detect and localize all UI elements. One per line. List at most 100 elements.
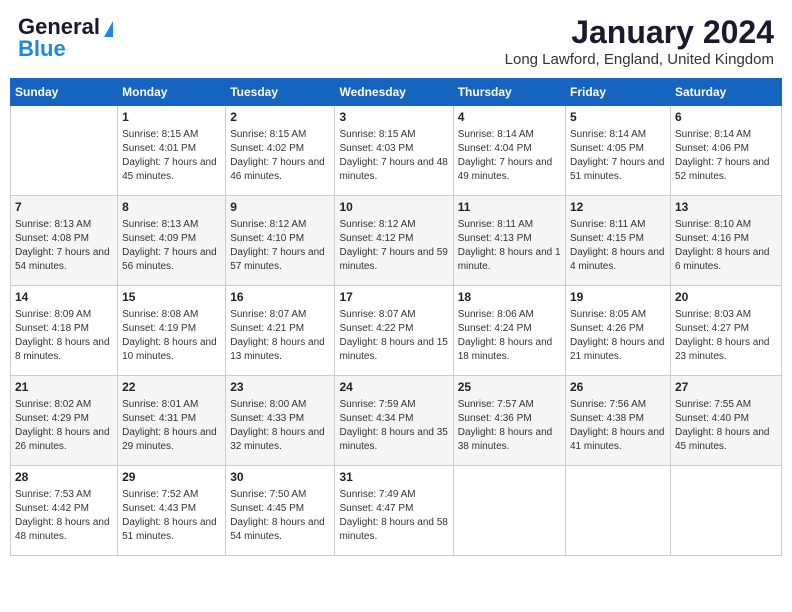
logo-blue-text: Blue: [18, 36, 66, 62]
calendar-cell: 3 Sunrise: 8:15 AMSunset: 4:03 PMDaylight…: [335, 106, 453, 196]
calendar-cell: 8 Sunrise: 8:13 AMSunset: 4:09 PMDaylight…: [118, 196, 226, 286]
cell-info: Sunrise: 8:08 AMSunset: 4:19 PMDaylight:…: [122, 308, 221, 364]
day-number: 31: [339, 469, 448, 486]
cell-info: Sunrise: 7:52 AMSunset: 4:43 PMDaylight:…: [122, 488, 221, 544]
title-block: January 2024 Long Lawford, England, Unit…: [505, 14, 774, 68]
day-number: 11: [458, 199, 561, 216]
calendar-cell: 13Sunrise: 8:10 AMSunset: 4:16 PMDayligh…: [670, 196, 781, 286]
calendar-cell: 15 Sunrise: 8:08 AMSunset: 4:19 PMDayligh…: [118, 286, 226, 376]
day-number: 22: [122, 379, 221, 396]
week-row-4: 21 Sunrise: 8:02 AMSunset: 4:29 PMDayligh…: [11, 376, 782, 466]
col-header-thursday: Thursday: [453, 79, 565, 106]
calendar-cell: 12 Sunrise: 8:11 AMSunset: 4:15 PMDayligh…: [565, 196, 670, 286]
day-number: 30: [230, 469, 330, 486]
calendar-cell: 22 Sunrise: 8:01 AMSunset: 4:31 PMDayligh…: [118, 376, 226, 466]
cell-info: Sunrise: 7:49 AMSunset: 4:47 PMDaylight:…: [339, 488, 448, 544]
day-number: 12: [570, 199, 666, 216]
calendar-cell: 20Sunrise: 8:03 AMSunset: 4:27 PMDayligh…: [670, 286, 781, 376]
cell-info: Sunrise: 8:05 AMSunset: 4:26 PMDaylight:…: [570, 308, 666, 364]
calendar-cell: 28Sunrise: 7:53 AMSunset: 4:42 PMDayligh…: [11, 466, 118, 556]
day-number: 8: [122, 199, 221, 216]
day-number: 29: [122, 469, 221, 486]
cell-info: Sunrise: 7:50 AMSunset: 4:45 PMDaylight:…: [230, 488, 330, 544]
cell-info: Sunrise: 8:10 AMSunset: 4:16 PMDaylight:…: [675, 218, 777, 274]
calendar-cell: 29 Sunrise: 7:52 AMSunset: 4:43 PMDayligh…: [118, 466, 226, 556]
day-number: 26: [570, 379, 666, 396]
cell-info: Sunrise: 7:57 AMSunset: 4:36 PMDaylight:…: [458, 398, 561, 454]
cell-info: Sunrise: 8:12 AMSunset: 4:10 PMDaylight:…: [230, 218, 330, 274]
day-number: 7: [15, 199, 113, 216]
day-number: 6: [675, 109, 777, 126]
calendar-cell: 16 Sunrise: 8:07 AMSunset: 4:21 PMDayligh…: [226, 286, 335, 376]
col-header-sunday: Sunday: [11, 79, 118, 106]
page-header: General Blue January 2024 Long Lawford, …: [10, 10, 782, 72]
day-number: 16: [230, 289, 330, 306]
calendar-cell: 25 Sunrise: 7:57 AMSunset: 4:36 PMDayligh…: [453, 376, 565, 466]
col-header-monday: Monday: [118, 79, 226, 106]
cell-info: Sunrise: 8:15 AMSunset: 4:01 PMDaylight:…: [122, 128, 221, 184]
calendar-cell: 27 Sunrise: 7:55 AMSunset: 4:40 PMDayligh…: [670, 376, 781, 466]
cell-info: Sunrise: 8:14 AMSunset: 4:06 PMDaylight:…: [675, 128, 777, 184]
cell-info: Sunrise: 8:14 AMSunset: 4:05 PMDaylight:…: [570, 128, 666, 184]
calendar-cell: 9 Sunrise: 8:12 AMSunset: 4:10 PMDaylight…: [226, 196, 335, 286]
day-number: 20: [675, 289, 777, 306]
day-number: 21: [15, 379, 113, 396]
month-title: January 2024: [505, 14, 774, 51]
calendar-cell: 2 Sunrise: 8:15 AMSunset: 4:02 PMDaylight…: [226, 106, 335, 196]
cell-info: Sunrise: 8:15 AMSunset: 4:03 PMDaylight:…: [339, 128, 448, 184]
day-number: 3: [339, 109, 448, 126]
day-number: 27: [675, 379, 777, 396]
week-row-3: 14Sunrise: 8:09 AMSunset: 4:18 PMDayligh…: [11, 286, 782, 376]
cell-info: Sunrise: 7:59 AMSunset: 4:34 PMDaylight:…: [339, 398, 448, 454]
day-number: 4: [458, 109, 561, 126]
calendar-cell: 7 Sunrise: 8:13 AMSunset: 4:08 PMDaylight…: [11, 196, 118, 286]
cell-info: Sunrise: 8:00 AMSunset: 4:33 PMDaylight:…: [230, 398, 330, 454]
calendar-cell: 31 Sunrise: 7:49 AMSunset: 4:47 PMDayligh…: [335, 466, 453, 556]
week-row-1: 1 Sunrise: 8:15 AMSunset: 4:01 PMDaylight…: [11, 106, 782, 196]
calendar-cell: 4Sunrise: 8:14 AMSunset: 4:04 PMDaylight…: [453, 106, 565, 196]
calendar-header-row: SundayMondayTuesdayWednesdayThursdayFrid…: [11, 79, 782, 106]
calendar-cell: 30 Sunrise: 7:50 AMSunset: 4:45 PMDayligh…: [226, 466, 335, 556]
cell-info: Sunrise: 8:07 AMSunset: 4:21 PMDaylight:…: [230, 308, 330, 364]
cell-info: Sunrise: 8:12 AMSunset: 4:12 PMDaylight:…: [339, 218, 448, 274]
logo-triangle-icon: [104, 21, 113, 37]
day-number: 5: [570, 109, 666, 126]
cell-info: Sunrise: 8:11 AMSunset: 4:13 PMDaylight:…: [458, 218, 561, 274]
col-header-friday: Friday: [565, 79, 670, 106]
cell-info: Sunrise: 8:07 AMSunset: 4:22 PMDaylight:…: [339, 308, 448, 364]
logo: General Blue: [18, 14, 113, 62]
calendar-cell: 26 Sunrise: 7:56 AMSunset: 4:38 PMDayligh…: [565, 376, 670, 466]
cell-info: Sunrise: 8:15 AMSunset: 4:02 PMDaylight:…: [230, 128, 330, 184]
day-number: 28: [15, 469, 113, 486]
day-number: 17: [339, 289, 448, 306]
day-number: 9: [230, 199, 330, 216]
calendar-cell: [565, 466, 670, 556]
cell-info: Sunrise: 8:02 AMSunset: 4:29 PMDaylight:…: [15, 398, 113, 454]
calendar-cell: 23 Sunrise: 8:00 AMSunset: 4:33 PMDayligh…: [226, 376, 335, 466]
cell-info: Sunrise: 8:13 AMSunset: 4:09 PMDaylight:…: [122, 218, 221, 274]
calendar-cell: 17 Sunrise: 8:07 AMSunset: 4:22 PMDayligh…: [335, 286, 453, 376]
day-number: 18: [458, 289, 561, 306]
calendar-cell: 19 Sunrise: 8:05 AMSunset: 4:26 PMDayligh…: [565, 286, 670, 376]
location-text: Long Lawford, England, United Kingdom: [505, 51, 774, 68]
col-header-wednesday: Wednesday: [335, 79, 453, 106]
cell-info: Sunrise: 8:11 AMSunset: 4:15 PMDaylight:…: [570, 218, 666, 274]
calendar-cell: 18Sunrise: 8:06 AMSunset: 4:24 PMDayligh…: [453, 286, 565, 376]
day-number: 10: [339, 199, 448, 216]
cell-info: Sunrise: 7:56 AMSunset: 4:38 PMDaylight:…: [570, 398, 666, 454]
calendar-cell: 10 Sunrise: 8:12 AMSunset: 4:12 PMDayligh…: [335, 196, 453, 286]
calendar-cell: [453, 466, 565, 556]
cell-info: Sunrise: 7:55 AMSunset: 4:40 PMDaylight:…: [675, 398, 777, 454]
week-row-5: 28Sunrise: 7:53 AMSunset: 4:42 PMDayligh…: [11, 466, 782, 556]
day-number: 19: [570, 289, 666, 306]
day-number: 2: [230, 109, 330, 126]
day-number: 23: [230, 379, 330, 396]
day-number: 25: [458, 379, 561, 396]
col-header-tuesday: Tuesday: [226, 79, 335, 106]
calendar-cell: 11 Sunrise: 8:11 AMSunset: 4:13 PMDayligh…: [453, 196, 565, 286]
day-number: 15: [122, 289, 221, 306]
cell-info: Sunrise: 8:13 AMSunset: 4:08 PMDaylight:…: [15, 218, 113, 274]
day-number: 1: [122, 109, 221, 126]
calendar-table: SundayMondayTuesdayWednesdayThursdayFrid…: [10, 78, 782, 556]
cell-info: Sunrise: 8:01 AMSunset: 4:31 PMDaylight:…: [122, 398, 221, 454]
